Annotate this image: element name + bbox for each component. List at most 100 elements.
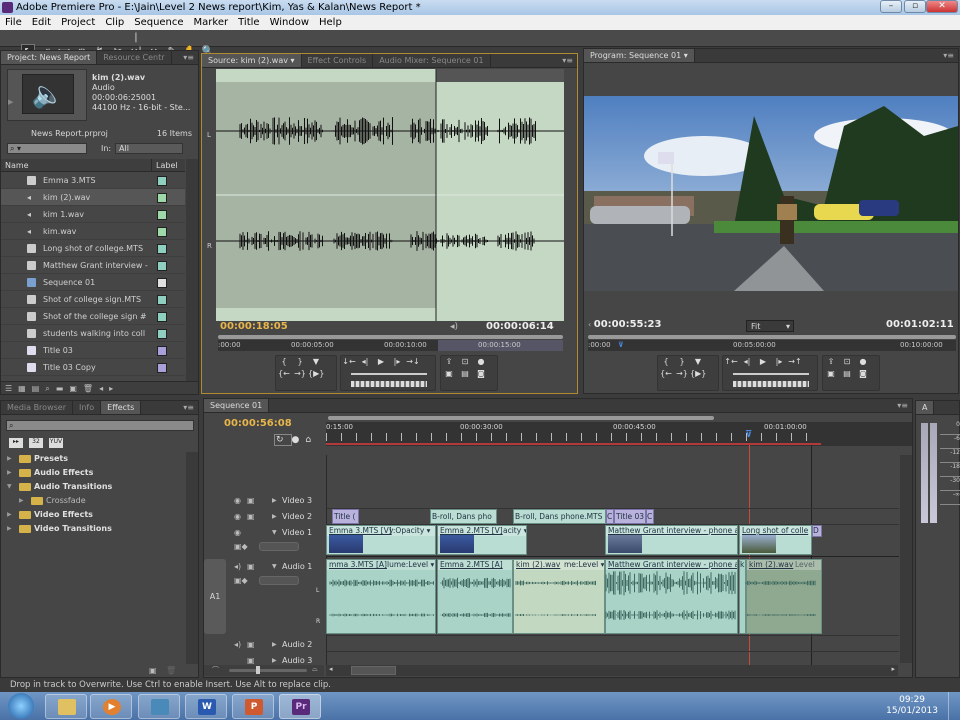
timeline-clip[interactable]: B-roll, Dans phone.MTS [513,509,606,524]
go-to-previous-edit-button[interactable]: ↑← [723,356,739,368]
trim-button[interactable]: ▣ [823,368,839,380]
set-marker-button[interactable]: ▼ [690,356,706,368]
shuttle-slider[interactable] [351,373,427,375]
column-label[interactable]: Label [151,159,178,172]
effects-folder[interactable]: ▶ Presets [1,452,185,466]
project-item[interactable]: Emma 3.MTS [1,172,185,189]
new-custom-bin-icon[interactable]: ▣ [149,666,157,675]
taskbar-file-explorer[interactable] [45,694,87,719]
export-frame-button[interactable]: ◙ [855,368,871,380]
project-item[interactable]: Shot of college sign.MTS [1,291,185,308]
snap-icon[interactable]: ↻ [274,434,292,446]
eye-icon[interactable]: ◉ [234,525,241,540]
speaker-icon[interactable]: ◂) [234,559,241,574]
go-to-in-button[interactable]: {← [658,368,674,380]
show-desktop-button[interactable] [948,692,960,720]
timeline-clip[interactable]: Matthew Grant interview - phone a [605,525,738,555]
taskbar-microsoft-word[interactable]: W [185,694,227,719]
project-item[interactable]: Shot of the college sign # [1,308,185,325]
expand-icon[interactable]: ▶ [7,452,12,466]
play-in-to-out-button[interactable]: {▶} [690,368,706,380]
lock-icon[interactable]: ▣ [247,509,255,524]
audio-waveform-display[interactable] [216,69,564,321]
eye-icon[interactable]: ◉ [234,493,241,508]
zoom-out-icon[interactable]: ⌒ [212,665,219,675]
program-current-timecode[interactable]: ‹ 00:00:55:23 [588,319,661,330]
step-forward-button[interactable]: |▸ [389,356,405,368]
display-style-icon[interactable]: ▣◆ [234,573,248,588]
tab-resource-central[interactable]: Resource Centr [97,51,172,64]
effects-folder[interactable]: ▶ Crossfade [1,494,185,508]
tab-media-browser[interactable]: Media Browser [1,401,73,414]
zoom-in-icon[interactable]: ⌓ [312,665,318,674]
program-time-ruler[interactable]: :00:00 ⊽ 00:05:00:00 00:10:00:00 [588,340,956,351]
jog-wheel[interactable] [351,381,427,387]
project-item[interactable]: Sequence 01 [1,274,185,291]
mark-out-button[interactable]: } [292,356,308,368]
system-clock[interactable]: 09:29 15/01/2013 [886,695,938,717]
go-to-next-edit-button[interactable]: →↑ [787,356,803,368]
drag-audio-button[interactable]: ▤ [457,368,473,380]
effects-folder[interactable]: ▼ Audio Transitions [1,480,185,494]
close-button[interactable]: ✕ [926,0,958,13]
effects-search-input[interactable]: ⌕ [6,420,194,431]
play-button[interactable]: ▶ [755,356,771,368]
timeline-clip[interactable]: Emma 3.MTS [V] y:Opacity ▾ [326,525,436,555]
multicam-button[interactable]: ▤ [839,368,855,380]
label-color-swatch[interactable] [157,329,167,339]
effects-scrollbar[interactable] [186,452,198,664]
source-current-timecode[interactable]: 00:00:18:05 [220,321,288,332]
lift-button[interactable]: ⇪ [823,356,839,368]
speaker-icon[interactable]: ◂) [234,637,241,652]
icon-view-icon[interactable]: ▦ [18,384,32,393]
source-zoom-scrollbar[interactable] [218,335,563,339]
timeline-clip[interactable]: B-roll, Dans pho [430,509,497,524]
clip-effect-menu[interactable]: me:Level ▾ [564,560,604,569]
label-color-swatch[interactable] [157,363,167,373]
menu-sequence[interactable]: Sequence [129,15,188,30]
project-item[interactable]: ◂ kim 1.wav [1,206,185,223]
timeline-horizontal-scrollbar[interactable]: ◂ ▸ [326,665,898,676]
program-zoom-dropdown[interactable]: Fit ▾ [746,320,794,332]
panel-menu-icon[interactable]: ▾≡ [183,403,194,412]
step-back-button[interactable]: ◂| [739,356,755,368]
audio-output-icon[interactable]: ◂) [450,322,458,332]
menu-project[interactable]: Project [56,15,100,30]
collapse-icon[interactable]: ▼ [272,525,277,540]
drag-video-button[interactable]: ▣ [441,368,457,380]
step-back-button[interactable]: ◂| [357,356,373,368]
accelerated-effects-icon[interactable]: ▸▸ [9,438,23,448]
project-item[interactable]: Long shot of college.MTS [1,240,185,257]
timeline-timecode[interactable]: 00:00:56:08 [224,418,292,429]
expand-icon[interactable]: ▶ [7,522,12,536]
effects-folder[interactable]: ▶ Video Transitions [1,522,185,536]
go-to-in-button[interactable]: {← [276,368,292,380]
collapse-icon[interactable]: ▼ [272,559,277,574]
lock-icon[interactable]: ▣ [247,559,255,574]
keyframe-navigator[interactable] [259,576,299,585]
mark-out-button[interactable]: } [674,356,690,368]
play-preview-icon[interactable]: ▶ [8,98,13,106]
scroll-right-icon[interactable]: ▸ [891,665,895,673]
timeline-zoom-scrollbar[interactable] [328,416,714,420]
project-search-input[interactable]: ⌕ ▾ [7,143,87,154]
tab-effect-controls[interactable]: Effect Controls [302,54,374,67]
keyframe-navigator[interactable] [259,542,299,551]
32-bit-icon[interactable]: 32 [29,438,43,448]
clip-effect-menu[interactable]: lume:Level ▾ [387,560,434,569]
menu-title[interactable]: Title [233,15,264,30]
in-filter-dropdown[interactable]: All [115,143,183,154]
shuttle-slider[interactable] [733,373,809,375]
yuv-icon[interactable]: YUV [49,438,63,448]
add-marker-icon[interactable]: ⌂ [305,435,317,445]
play-button[interactable]: ▶ [373,356,389,368]
label-color-swatch[interactable] [157,210,167,220]
tab-effects[interactable]: Effects [101,401,142,414]
menu-file[interactable]: File [0,15,27,30]
program-zoom-scrollbar[interactable] [588,335,956,339]
menu-marker[interactable]: Marker [189,15,234,30]
tab-info[interactable]: Info [73,401,102,414]
expand-icon[interactable]: ▶ [272,509,277,524]
label-color-swatch[interactable] [157,261,167,271]
menu-window[interactable]: Window [265,15,314,30]
